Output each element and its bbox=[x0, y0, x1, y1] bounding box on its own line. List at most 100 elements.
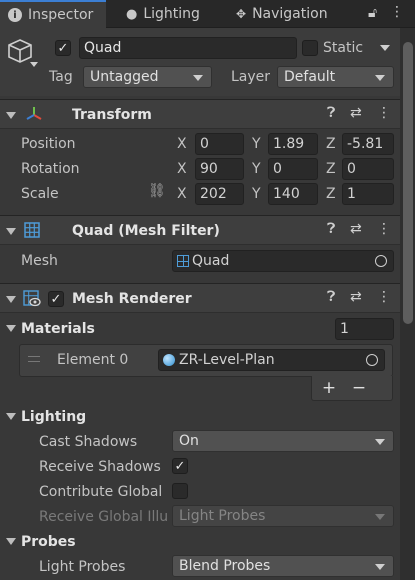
element-0-material-field[interactable]: ZR-Level-Plan bbox=[158, 349, 385, 371]
field-value: 202 bbox=[200, 186, 227, 202]
mesh-value: Quad bbox=[192, 253, 230, 269]
tab-navigation[interactable]: ✥ Navigation bbox=[228, 0, 348, 28]
scale-label: Scale bbox=[21, 186, 59, 202]
element-0-label: Element 0 bbox=[57, 352, 129, 368]
axis-y-label[interactable]: Y bbox=[252, 160, 261, 178]
tab-label: Navigation bbox=[252, 6, 328, 22]
presets-icon[interactable]: ⇄ bbox=[350, 289, 362, 305]
position-label: Position bbox=[21, 136, 76, 152]
materials-foldout-arrow-icon[interactable] bbox=[6, 325, 16, 332]
mesh-renderer-header[interactable]: ✓ Mesh Renderer ❓︎ ⇄ ⋮ bbox=[0, 283, 400, 313]
cast-shadows-dropdown[interactable]: On bbox=[172, 430, 394, 452]
field-value: 0 bbox=[273, 161, 282, 177]
lock-icon[interactable]: 🔓︎ bbox=[368, 5, 377, 21]
position-z-field[interactable]: -5.81 bbox=[342, 133, 394, 155]
foldout-arrow-icon[interactable] bbox=[6, 228, 16, 235]
presets-icon[interactable]: ⇄ bbox=[350, 221, 362, 237]
mesh-filter-icon bbox=[24, 222, 40, 242]
axis-y-label[interactable]: Y bbox=[252, 185, 261, 203]
axis-x-label[interactable]: X bbox=[177, 135, 187, 153]
static-dropdown-arrow-icon[interactable] bbox=[380, 45, 390, 51]
active-checkbox[interactable]: ✓ bbox=[55, 40, 71, 56]
presets-icon[interactable]: ⇄ bbox=[350, 105, 362, 121]
lightbulb-icon: ● bbox=[126, 6, 138, 22]
axis-x-label[interactable]: X bbox=[177, 185, 187, 203]
rotation-y-field[interactable]: 0 bbox=[268, 158, 318, 180]
component-menu-icon[interactable]: ⋮ bbox=[377, 221, 391, 237]
mesh-object-field[interactable]: Quad bbox=[172, 250, 394, 272]
rotation-label: Rotation bbox=[21, 161, 80, 177]
axis-y-label[interactable]: Y bbox=[252, 135, 261, 153]
field-value: 1 bbox=[340, 321, 349, 337]
scrollbar-thumb[interactable] bbox=[403, 42, 413, 324]
rotation-z-field[interactable]: 0 bbox=[342, 158, 394, 180]
probes-section-label[interactable]: Probes bbox=[21, 533, 76, 551]
scale-y-field[interactable]: 140 bbox=[268, 183, 318, 205]
probes-foldout-arrow-icon[interactable] bbox=[6, 538, 16, 545]
tab-label: Lighting bbox=[143, 6, 200, 22]
static-label: Static bbox=[323, 40, 364, 56]
chevron-down-icon bbox=[375, 514, 385, 520]
layer-label: Layer bbox=[231, 69, 271, 85]
checkmark-icon: ✓ bbox=[174, 458, 186, 474]
light-probes-dropdown[interactable]: Blend Probes bbox=[172, 555, 394, 577]
mesh-label: Mesh bbox=[21, 253, 58, 269]
tag-dropdown[interactable]: Untagged bbox=[83, 66, 212, 88]
component-menu-icon[interactable]: ⋮ bbox=[377, 289, 391, 305]
more-options-icon[interactable]: ⋮ bbox=[390, 4, 404, 20]
dropdown-value: On bbox=[179, 433, 199, 449]
mesh-renderer-title: Mesh Renderer bbox=[72, 291, 192, 307]
transform-title: Transform bbox=[72, 107, 152, 123]
object-picker-icon[interactable] bbox=[366, 354, 378, 366]
transform-header[interactable]: Transform ❓︎ ⇄ ⋮ bbox=[0, 99, 400, 129]
drag-handle-icon[interactable] bbox=[28, 356, 40, 362]
mesh-renderer-enabled-checkbox[interactable]: ✓ bbox=[48, 291, 64, 307]
axis-z-label[interactable]: Z bbox=[326, 185, 336, 203]
object-picker-icon[interactable] bbox=[375, 255, 387, 267]
static-checkbox[interactable] bbox=[302, 40, 318, 56]
checkmark-icon: ✓ bbox=[50, 291, 62, 307]
axis-x-label[interactable]: X bbox=[177, 160, 187, 178]
transform-icon bbox=[25, 105, 43, 127]
material-sphere-icon bbox=[163, 354, 175, 366]
scale-x-field[interactable]: 202 bbox=[195, 183, 244, 205]
component-menu-icon[interactable]: ⋮ bbox=[377, 105, 391, 121]
tab-lighting[interactable]: ● Lighting bbox=[118, 0, 218, 28]
mesh-filter-header[interactable]: Quad (Mesh Filter) ❓︎ ⇄ ⋮ bbox=[0, 215, 400, 245]
lighting-section-label[interactable]: Lighting bbox=[21, 408, 86, 426]
checkmark-icon: ✓ bbox=[57, 40, 69, 56]
remove-element-button[interactable]: − bbox=[346, 377, 372, 399]
axis-z-label[interactable]: Z bbox=[326, 160, 336, 178]
icon-dropdown-arrow-icon[interactable] bbox=[30, 62, 38, 67]
materials-count-field[interactable]: 1 bbox=[335, 318, 394, 340]
lighting-foldout-arrow-icon[interactable] bbox=[6, 413, 16, 420]
minus-icon: − bbox=[351, 378, 367, 398]
navigation-icon: ✥ bbox=[236, 7, 247, 21]
receive-shadows-checkbox[interactable]: ✓ bbox=[172, 458, 188, 474]
axis-z-label[interactable]: Z bbox=[326, 135, 336, 153]
foldout-arrow-icon[interactable] bbox=[6, 112, 16, 119]
scale-z-field[interactable]: 1 bbox=[342, 183, 394, 205]
layer-value: Default bbox=[284, 69, 336, 85]
chevron-down-icon bbox=[375, 439, 385, 445]
add-element-button[interactable]: + bbox=[316, 377, 342, 399]
rotation-x-field[interactable]: 90 bbox=[195, 158, 244, 180]
field-value: 140 bbox=[273, 186, 300, 202]
field-value: 0 bbox=[200, 136, 209, 152]
help-icon[interactable]: ❓︎ bbox=[327, 105, 335, 121]
field-value: 1.89 bbox=[273, 136, 305, 152]
help-icon[interactable]: ❓︎ bbox=[327, 221, 335, 237]
dropdown-value: Light Probes bbox=[179, 508, 266, 524]
constrain-proportions-link-icon[interactable]: ⛓︎ bbox=[148, 183, 166, 199]
materials-label[interactable]: Materials bbox=[21, 320, 95, 338]
position-y-field[interactable]: 1.89 bbox=[268, 133, 318, 155]
foldout-arrow-icon[interactable] bbox=[6, 296, 16, 303]
dropdown-value: Blend Probes bbox=[179, 558, 271, 574]
tab-inspector[interactable]: i Inspector bbox=[0, 0, 106, 28]
contribute-gi-checkbox[interactable] bbox=[172, 483, 188, 499]
object-name-field[interactable]: Quad bbox=[79, 37, 297, 59]
layer-dropdown[interactable]: Default bbox=[277, 66, 394, 88]
window-tab-bar: i Inspector ● Lighting ✥ Navigation 🔓︎ ⋮ bbox=[0, 0, 415, 28]
help-icon[interactable]: ❓︎ bbox=[327, 289, 335, 305]
position-x-field[interactable]: 0 bbox=[195, 133, 244, 155]
